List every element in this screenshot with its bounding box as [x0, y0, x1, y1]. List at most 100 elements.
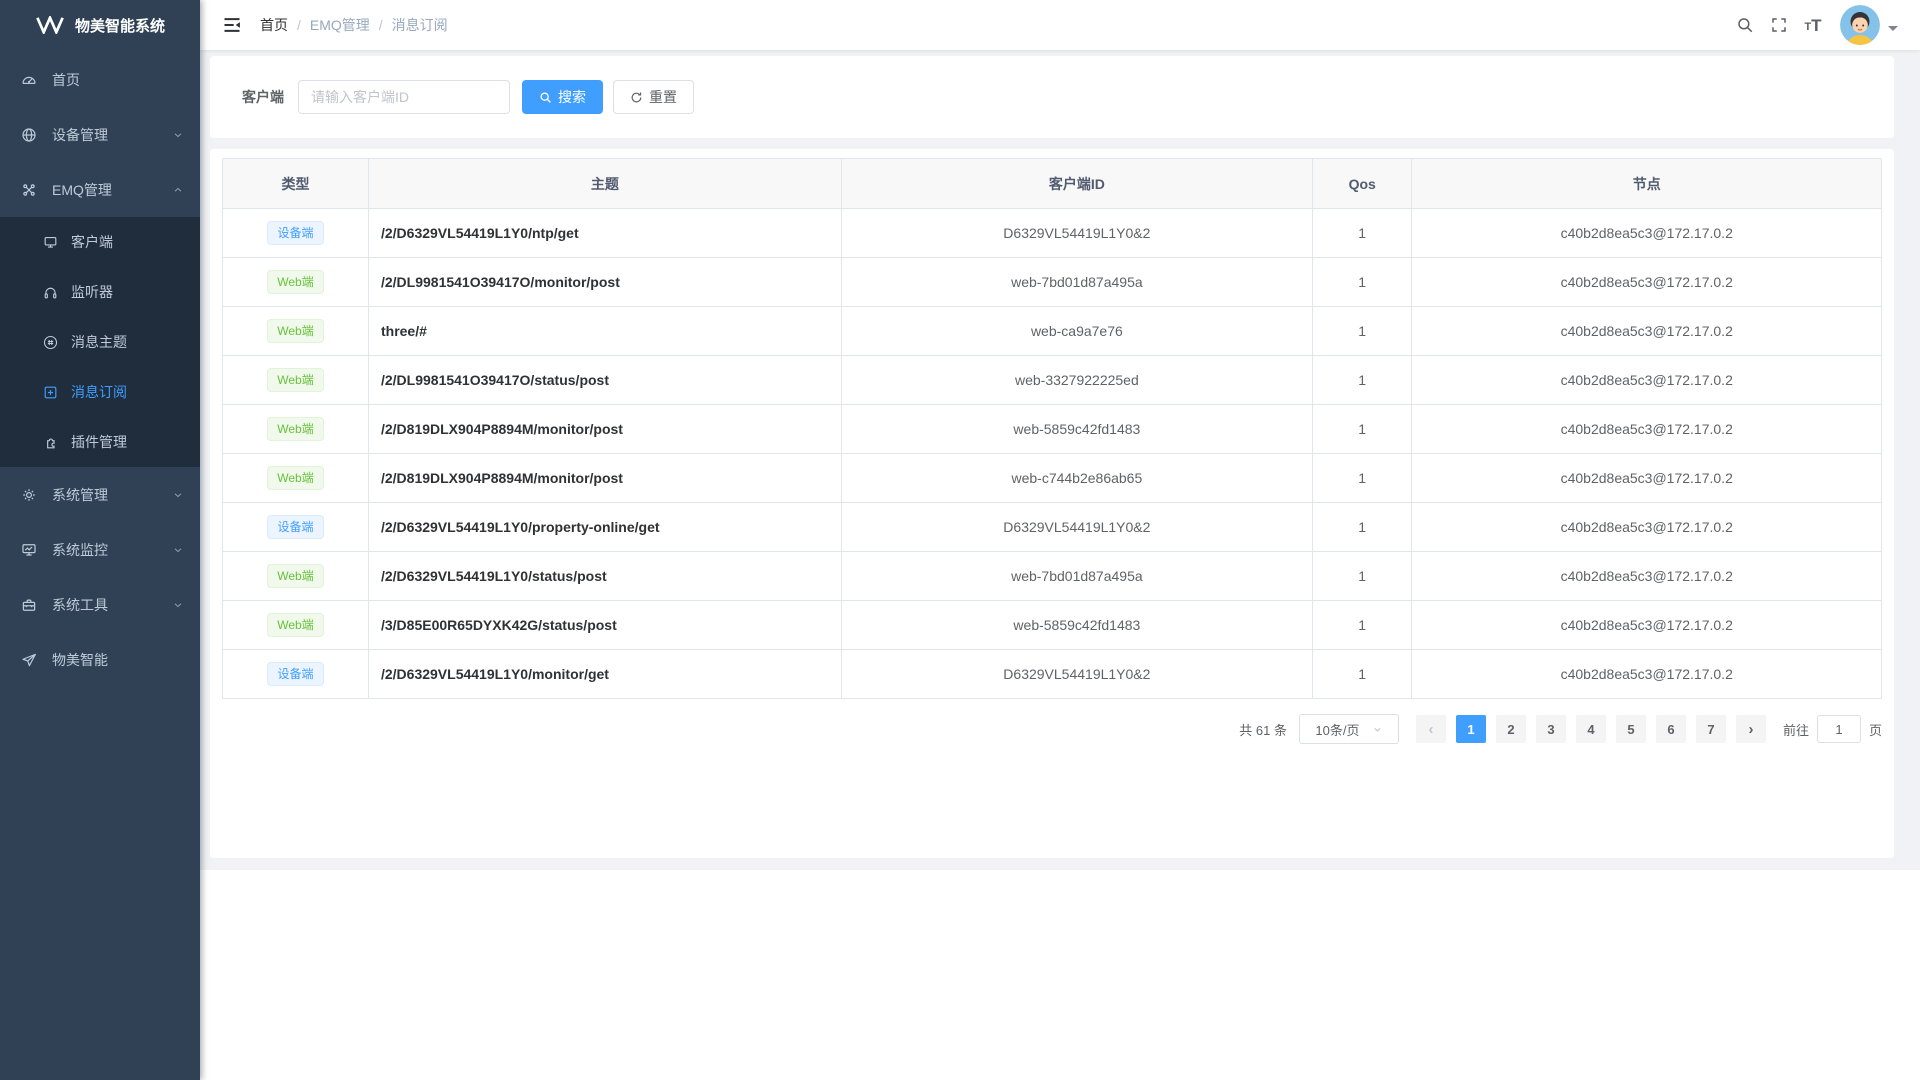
- sidebar-item-device-management[interactable]: 设备管理: [0, 107, 200, 162]
- breadcrumb-home[interactable]: 首页: [260, 15, 288, 35]
- breadcrumb-current: 消息订阅: [392, 15, 448, 35]
- page-button-6[interactable]: 6: [1656, 715, 1686, 743]
- subscription-table: 类型 主题 客户端ID Qos 节点 设备端 /2/D6329VL54419L1…: [222, 158, 1882, 699]
- type-cell: Web端: [223, 405, 369, 454]
- sidebar-item-label: 消息订阅: [71, 382, 127, 402]
- column-header-node: 节点: [1412, 159, 1882, 209]
- type-tag: Web端: [267, 613, 323, 637]
- page-button-4[interactable]: 4: [1576, 715, 1606, 743]
- network-nodes-icon: [20, 181, 38, 199]
- topbar: 首页 / EMQ管理 / 消息订阅 TT: [200, 0, 1920, 50]
- topic-cell: /2/D6329VL54419L1Y0/ntp/get: [368, 209, 841, 258]
- search-icon: [1736, 16, 1754, 34]
- sidebar-item-label: 监听器: [71, 282, 113, 302]
- sidebar-item-label: 消息主题: [71, 332, 127, 352]
- topic-cell: /2/D819DLX904P8894M/monitor/post: [368, 454, 841, 503]
- sidebar-item-label: 系统工具: [52, 595, 108, 615]
- app-logo[interactable]: 物美智能系统: [0, 0, 200, 50]
- prev-page-button[interactable]: ‹: [1416, 715, 1446, 743]
- topic-cell: /2/D6329VL54419L1Y0/status/post: [368, 552, 841, 601]
- breadcrumb-separator: /: [379, 17, 383, 33]
- app-title: 物美智能系统: [75, 15, 165, 36]
- table-row: Web端 three/# web-ca9a7e76 1 c40b2d8ea5c3…: [223, 307, 1882, 356]
- toolbox-icon: [20, 596, 38, 614]
- client-id-cell: web-c744b2e86ab65: [841, 454, 1312, 503]
- avatar[interactable]: [1840, 5, 1880, 45]
- column-header-type: 类型: [223, 159, 369, 209]
- next-page-button[interactable]: ›: [1736, 715, 1766, 743]
- font-size-button[interactable]: TT: [1796, 0, 1830, 50]
- sidebar-item-emq-management[interactable]: EMQ管理: [0, 162, 200, 217]
- node-cell: c40b2d8ea5c3@172.17.0.2: [1412, 601, 1882, 650]
- main-area: 首页 / EMQ管理 / 消息订阅 TT: [200, 0, 1920, 1080]
- topic-cell: /2/D6329VL54419L1Y0/monitor/get: [368, 650, 841, 699]
- type-cell: 设备端: [223, 209, 369, 258]
- fullscreen-icon: [1770, 16, 1788, 34]
- search-button[interactable]: 搜索: [522, 80, 603, 114]
- page-jumper: 前往 页: [1783, 715, 1882, 743]
- type-tag: Web端: [267, 319, 323, 343]
- fullscreen-button[interactable]: [1762, 0, 1796, 50]
- goto-page-input[interactable]: [1817, 715, 1861, 743]
- sidebar-item-system-monitoring[interactable]: 系统监控: [0, 522, 200, 577]
- qos-cell: 1: [1312, 356, 1412, 405]
- monitor-chart-icon: [20, 541, 38, 559]
- type-tag: Web端: [267, 417, 323, 441]
- sidebar-item-system-management[interactable]: 系统管理: [0, 467, 200, 522]
- sidebar-item-home[interactable]: 首页: [0, 52, 200, 107]
- table-row: 设备端 /2/D6329VL54419L1Y0/ntp/get D6329VL5…: [223, 209, 1882, 258]
- font-size-icon: T: [1804, 22, 1811, 33]
- page-button-3[interactable]: 3: [1536, 715, 1566, 743]
- hash-circle-icon: [42, 334, 59, 351]
- topic-cell: /2/DL9981541O39417O/monitor/post: [368, 258, 841, 307]
- sidebar-item-plugin-management[interactable]: 插件管理: [0, 417, 200, 467]
- sidebar-item-label: 系统监控: [52, 540, 108, 560]
- header-search-button[interactable]: [1728, 0, 1762, 50]
- sidebar: 物美智能系统 首页 设备管理: [0, 0, 200, 1080]
- page-button-5[interactable]: 5: [1616, 715, 1646, 743]
- type-cell: Web端: [223, 307, 369, 356]
- sidebar-item-message-subscription[interactable]: 消息订阅: [0, 367, 200, 417]
- sidebar-item-label: 首页: [52, 70, 80, 90]
- headphones-icon: [42, 284, 59, 301]
- sidebar-item-system-tools[interactable]: 系统工具: [0, 577, 200, 632]
- sidebar-menu: 首页 设备管理 EMQ管理: [0, 50, 200, 687]
- page-size-select[interactable]: 10条/页: [1299, 714, 1399, 744]
- goto-unit: 页: [1869, 720, 1882, 739]
- sidebar-toggle[interactable]: [222, 15, 242, 35]
- reset-button[interactable]: 重置: [613, 80, 694, 114]
- paper-plane-icon: [20, 651, 38, 669]
- pagination: 共 61 条 10条/页 ‹ 1234567 › 前往 页: [222, 714, 1882, 744]
- qos-cell: 1: [1312, 258, 1412, 307]
- client-id-input[interactable]: [298, 80, 510, 114]
- chevron-down-icon[interactable]: [1888, 26, 1898, 36]
- table-body: 设备端 /2/D6329VL54419L1Y0/ntp/get D6329VL5…: [223, 209, 1882, 699]
- node-cell: c40b2d8ea5c3@172.17.0.2: [1412, 307, 1882, 356]
- content: 客户端 搜索 重置: [200, 50, 1920, 870]
- sidebar-item-label: 设备管理: [52, 125, 108, 145]
- chevron-down-icon: [172, 599, 184, 611]
- sidebar-item-wumei-smart[interactable]: 物美智能: [0, 632, 200, 687]
- type-tag: Web端: [267, 466, 323, 490]
- globe-icon: [20, 126, 38, 144]
- column-header-client-id: 客户端ID: [841, 159, 1312, 209]
- page-button-2[interactable]: 2: [1496, 715, 1526, 743]
- table-row: Web端 /2/D6329VL54419L1Y0/status/post web…: [223, 552, 1882, 601]
- search-icon: [539, 91, 552, 104]
- page-button-7[interactable]: 7: [1696, 715, 1726, 743]
- sidebar-item-listener[interactable]: 监听器: [0, 267, 200, 317]
- qos-cell: 1: [1312, 405, 1412, 454]
- qos-cell: 1: [1312, 650, 1412, 699]
- client-id-label: 客户端: [242, 87, 284, 107]
- sidebar-item-client[interactable]: 客户端: [0, 217, 200, 267]
- page-button-1[interactable]: 1: [1456, 715, 1486, 743]
- type-tag: 设备端: [267, 515, 323, 539]
- breadcrumb-separator: /: [297, 17, 301, 33]
- sidebar-item-message-topic[interactable]: 消息主题: [0, 317, 200, 367]
- node-cell: c40b2d8ea5c3@172.17.0.2: [1412, 356, 1882, 405]
- table-row: 设备端 /2/D6329VL54419L1Y0/monitor/get D632…: [223, 650, 1882, 699]
- node-cell: c40b2d8ea5c3@172.17.0.2: [1412, 503, 1882, 552]
- type-tag: 设备端: [267, 662, 323, 686]
- chevron-up-icon: [172, 184, 184, 196]
- logo-icon: [35, 16, 65, 34]
